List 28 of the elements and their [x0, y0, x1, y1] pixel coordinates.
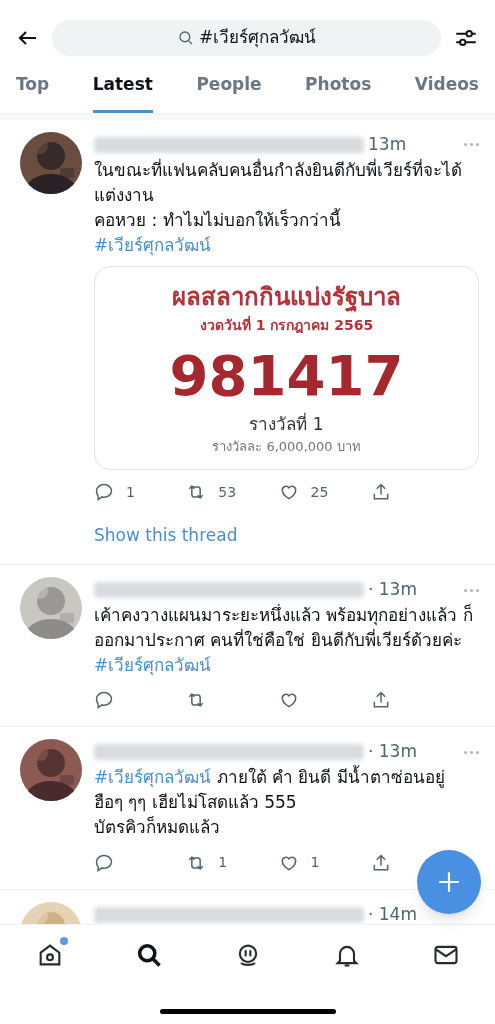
timestamp: · 14m	[368, 903, 417, 924]
prize-label: รางวัลที่ 1	[249, 411, 324, 436]
tab[interactable]: Videos	[414, 64, 479, 113]
hashtag-link[interactable]: #เวียร์ศุกลวัฒน์	[94, 767, 212, 787]
tab[interactable]: Latest	[92, 64, 153, 113]
action-count: 1	[126, 482, 135, 502]
action-count: 25	[310, 482, 329, 502]
tweet-text: เค้าคงวางแผนมาระยะหนึ่งแล้ว พร้อมทุกอย่างแล้ว ก็ออกมาประกาศ คนที่ใช่คือใช่ ยินดีกับพี่เวียร์ด้วยค่ะ #เวียร์ศุกลวัฒน์	[94, 603, 474, 678]
tab[interactable]: Photos	[305, 64, 372, 113]
card-date: งวดวันที่ 1 กรกฎาคม 2565	[199, 314, 374, 336]
hashtag-link[interactable]: #เวียร์ศุกลวัฒน์	[94, 655, 212, 675]
search-field[interactable]: #เวียร์ศุกลวัฒน์	[52, 20, 441, 56]
card-title: ผลสลากกินแบ่งรัฐบาล	[172, 281, 401, 314]
action-count: 53	[218, 482, 237, 502]
tweet-text: #เวียร์ศุกลวัฒน์ ภายใต้ คำ ยินดี มีน้ำตาซ่อนอยู่ ฮือๆ ๆๆ เฮียไม่โสดแล้ว 555 บัตรคิวก็หมดแล้ว	[94, 765, 446, 839]
image-card[interactable]: ผลสลากกินแบ่งรัฐบาล งวดวันที่ 1 กรกฎาคม 2565 981417 รางวัลที่ 1 รางวัลละ 6,000,000 บาท	[94, 265, 479, 470]
lottery-number: 981417	[169, 341, 404, 410]
timestamp: · 13m	[368, 740, 417, 764]
hashtag-link[interactable]: #เวียร์ศุกลวัฒน์	[94, 234, 212, 255]
prize-amount: รางวัลละ 6,000,000 บาท	[212, 438, 361, 456]
tab[interactable]: Top	[16, 64, 50, 113]
show-thread-link[interactable]: Show this thread	[94, 522, 495, 548]
tab[interactable]: People	[196, 64, 262, 113]
tweet-text: ในขณะที่แฟนคลับคนอื่นกำลังยินดีกับพี่เวียร์ที่จะได้แต่งงาน คอหวย : ทำไมไม่บอกให้เร็วกว่านี้ #เวียร์ศุกลวัฒน์	[94, 157, 463, 258]
action-count: 1	[218, 853, 228, 872]
timestamp: 13m	[368, 132, 407, 156]
action-count: 1	[310, 853, 320, 872]
timestamp: · 13m	[368, 578, 417, 602]
